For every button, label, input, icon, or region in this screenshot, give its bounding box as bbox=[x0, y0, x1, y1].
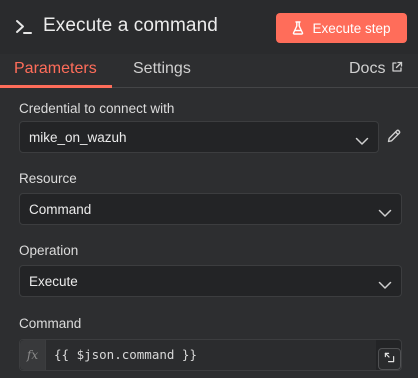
command-expression-value: {{ $json.command }} bbox=[54, 347, 197, 362]
tab-parameters[interactable]: Parameters bbox=[14, 60, 97, 78]
expression-fx-icon: fx bbox=[20, 340, 46, 370]
node-title: Execute a command bbox=[43, 15, 218, 36]
credential-label: Credential to connect with bbox=[19, 101, 175, 116]
tab-bar: Parameters Settings Docs bbox=[0, 54, 418, 88]
chevron-down-icon bbox=[355, 133, 369, 145]
terminal-icon bbox=[14, 17, 34, 37]
docs-label: Docs bbox=[349, 60, 386, 77]
active-tab-indicator bbox=[0, 85, 112, 88]
flask-icon bbox=[292, 21, 304, 35]
expression-editor[interactable]: {{ $json.command }} bbox=[46, 340, 376, 370]
credential-value: mike_on_wazuh bbox=[29, 130, 127, 145]
resource-label: Resource bbox=[19, 171, 77, 186]
resource-select[interactable]: Command bbox=[19, 193, 402, 225]
tab-settings[interactable]: Settings bbox=[133, 60, 191, 78]
tab-docs[interactable]: Docs bbox=[349, 60, 403, 78]
chevron-down-icon bbox=[378, 277, 392, 289]
command-label: Command bbox=[19, 316, 82, 331]
operation-label: Operation bbox=[19, 243, 79, 258]
operation-value: Execute bbox=[29, 274, 78, 289]
expand-icon bbox=[384, 350, 395, 368]
execute-step-button[interactable]: Execute step bbox=[276, 13, 407, 43]
resource-value: Command bbox=[29, 202, 92, 217]
command-expression-field[interactable]: fx {{ $json.command }} bbox=[19, 339, 402, 371]
edit-credential-icon[interactable] bbox=[386, 128, 402, 144]
node-header: Execute a command Execute step bbox=[0, 0, 418, 54]
expand-editor-button[interactable] bbox=[378, 348, 401, 370]
execute-step-label: Execute step bbox=[312, 20, 391, 36]
credential-select[interactable]: mike_on_wazuh bbox=[19, 121, 379, 153]
chevron-down-icon bbox=[378, 205, 392, 217]
external-link-icon bbox=[385, 60, 403, 78]
operation-select[interactable]: Execute bbox=[19, 265, 402, 297]
